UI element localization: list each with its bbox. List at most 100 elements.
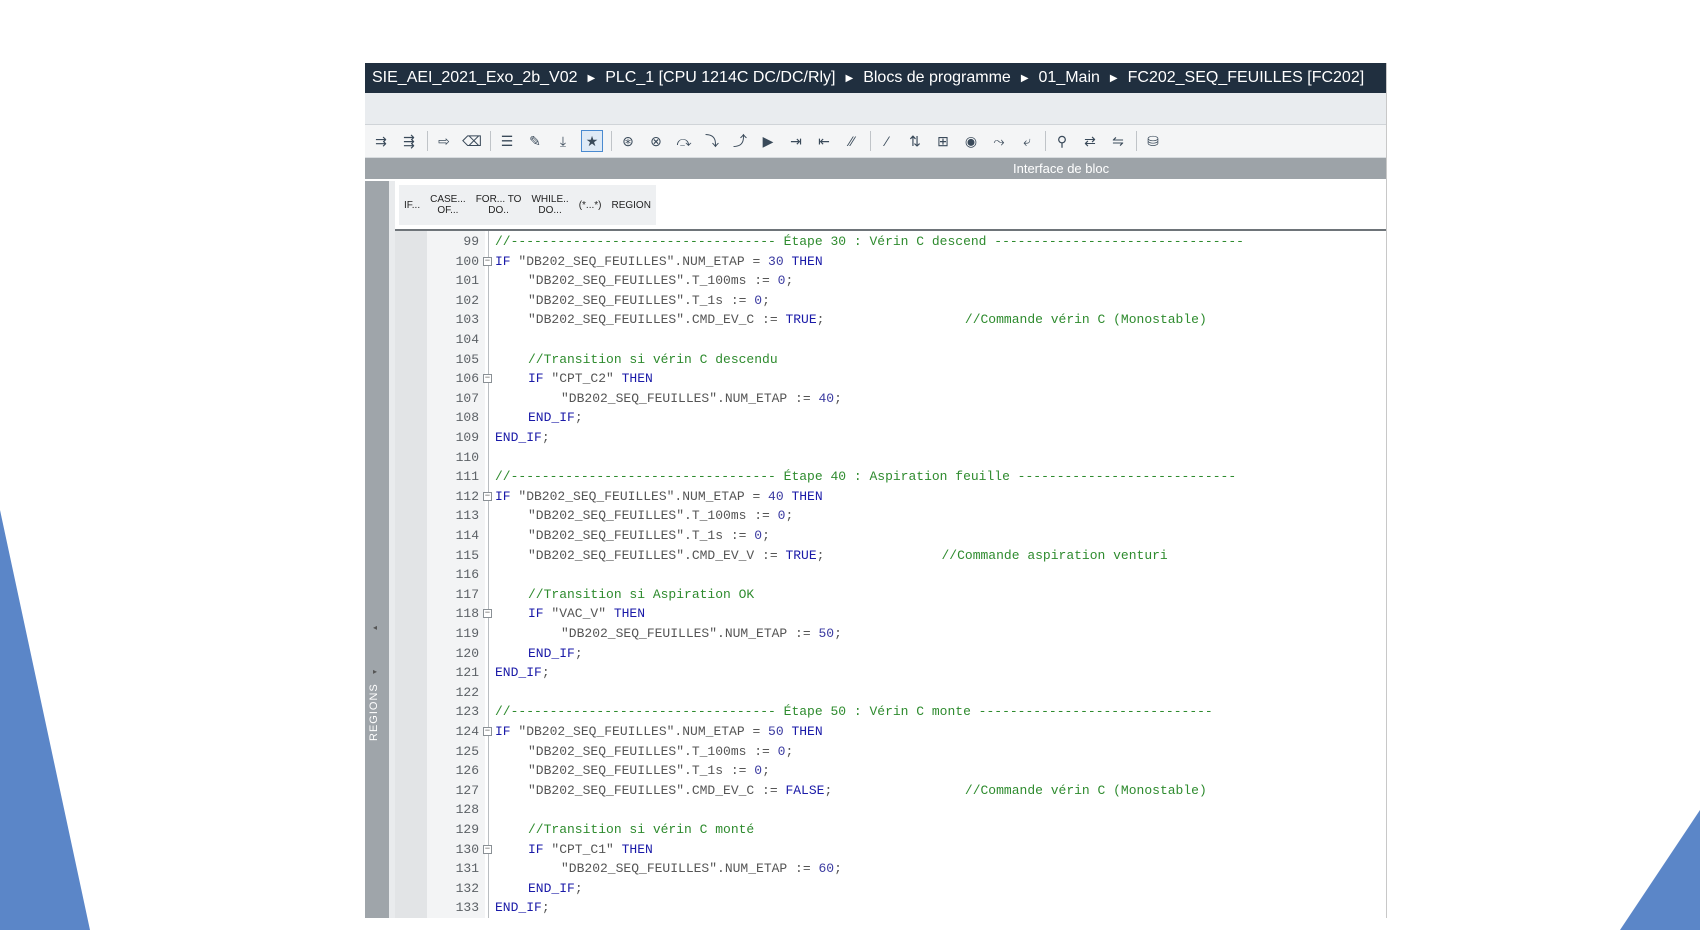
code-line[interactable]: 112− IF "DB202_SEQ_FEUILLES".NUM_ETAP = 4… <box>395 487 1386 507</box>
line-number: 127 <box>455 782 479 798</box>
code-line[interactable]: 122 <box>395 683 1386 703</box>
uncomment-icon[interactable]: ⁄ <box>877 131 897 151</box>
code-area[interactable]: 99 //---------------------------------- É… <box>395 231 1386 918</box>
breakpoint-set-icon[interactable]: ⊛ <box>618 131 638 151</box>
decorative-blue-shape-right <box>1620 810 1700 930</box>
download-icon[interactable]: ⤓ <box>553 131 573 151</box>
code-line[interactable]: 117 //Transition si Aspiration OK <box>395 585 1386 605</box>
code-text: END_IF; <box>528 880 583 896</box>
outdent-icon[interactable]: ⇤ <box>814 131 834 151</box>
replace-icon[interactable]: ⇄ <box>1080 131 1100 151</box>
goto-icon[interactable]: ⤳ <box>989 131 1009 151</box>
code-line[interactable]: 101 "DB202_SEQ_FEUILLES".T_100ms := 0; <box>395 271 1386 291</box>
step-into-icon[interactable]: ⤵ <box>702 131 722 151</box>
fold-toggle-icon[interactable]: − <box>483 491 492 501</box>
collapse-left-icon[interactable]: ◂ <box>373 623 377 632</box>
code-line[interactable]: 119 "DB202_SEQ_FEUILLES".NUM_ETAP := 50; <box>395 624 1386 644</box>
fold-toggle-icon[interactable]: − <box>483 374 492 384</box>
line-number: 131 <box>455 861 479 877</box>
code-line[interactable]: 100− IF "DB202_SEQ_FEUILLES".NUM_ETAP = 3… <box>395 252 1386 272</box>
edit-icon[interactable]: ✎ <box>525 131 545 151</box>
breadcrumb-item[interactable]: SIE_AEI_2021_Exo_2b_V02 <box>372 69 578 87</box>
fold-toggle-icon[interactable]: − <box>483 609 492 619</box>
fold-toggle-icon[interactable]: − <box>483 256 492 266</box>
code-line[interactable]: 124− IF "DB202_SEQ_FEUILLES".NUM_ETAP = 5… <box>395 722 1386 742</box>
code-line[interactable]: 125 "DB202_SEQ_FEUILLES".T_100ms := 0; <box>395 742 1386 762</box>
line-number: 112 <box>455 488 479 504</box>
sort-icon[interactable]: ⇅ <box>905 131 925 151</box>
code-line[interactable]: 104 <box>395 330 1386 350</box>
favorites-icon[interactable]: ★ <box>581 130 603 152</box>
snippet-button[interactable]: CASE... OF... <box>425 194 471 216</box>
snippet-button[interactable]: REGION <box>606 200 655 211</box>
breadcrumb-separator-icon: ▶ <box>587 72 596 84</box>
code-line[interactable]: 103 "DB202_SEQ_FEUILLES".CMD_EV_C := TRUE… <box>395 310 1386 330</box>
code-line[interactable]: 102 "DB202_SEQ_FEUILLES".T_1s := 0; <box>395 291 1386 311</box>
code-line[interactable]: 128 <box>395 800 1386 820</box>
code-line[interactable]: 120 END_IF; <box>395 644 1386 664</box>
breadcrumb-item[interactable]: FC202_SEQ_FEUILLES [FC202] <box>1128 69 1365 87</box>
line-number: 117 <box>455 586 479 602</box>
code-line[interactable]: 99 //---------------------------------- É… <box>395 232 1386 252</box>
code-text: //---------------------------------- Éta… <box>495 234 1244 249</box>
code-line[interactable]: 106− IF "CPT_C2" THEN <box>395 369 1386 389</box>
code-line[interactable]: 126 "DB202_SEQ_FEUILLES".T_1s := 0; <box>395 761 1386 781</box>
search-icon[interactable]: ⚲ <box>1052 131 1072 151</box>
code-line[interactable]: 107 "DB202_SEQ_FEUILLES".NUM_ETAP := 40; <box>395 389 1386 409</box>
fold-toggle-icon[interactable]: − <box>483 727 492 736</box>
step-over-icon[interactable]: ⤼ <box>674 131 694 151</box>
instruction-snippet-bar: IF... CASE... OF... FOR... TO DO.. WHILE.. DO.… <box>395 181 1386 231</box>
code-line[interactable]: 133 END_IF; <box>395 898 1386 918</box>
code-line[interactable]: 108 END_IF; <box>395 408 1386 428</box>
run-icon[interactable]: ▶ <box>758 131 778 151</box>
snippet-button[interactable]: IF... <box>399 200 425 211</box>
breadcrumb-item[interactable]: 01_Main <box>1039 69 1100 87</box>
delete-network-icon[interactable]: ⇶ <box>399 131 419 151</box>
snippet-button[interactable]: FOR... TO DO.. <box>471 194 527 216</box>
fold-toggle-icon[interactable]: − <box>483 844 492 854</box>
code-text: END_IF; <box>495 430 550 445</box>
code-text: //Transition si vérin C monté <box>528 822 755 837</box>
db-icon[interactable]: ⛁ <box>1143 131 1163 151</box>
snippet-button[interactable]: (*...*) <box>574 200 607 211</box>
step-out-icon[interactable]: ⤴ <box>730 131 750 151</box>
return-icon[interactable]: ⤶ <box>1017 131 1037 151</box>
snippet-button[interactable]: WHILE.. DO... <box>526 194 573 216</box>
indent-icon[interactable]: ⇥ <box>786 131 806 151</box>
block-interface-bar[interactable]: Interface de bloc <box>365 158 1386 179</box>
comment-icon[interactable]: ⁄⁄ <box>842 131 862 151</box>
code-line[interactable]: 130− IF "CPT_C1" THEN <box>395 840 1386 860</box>
code-line[interactable]: 109 END_IF; <box>395 428 1386 448</box>
code-line[interactable]: 123 //---------------------------------- … <box>395 702 1386 722</box>
code-text: "DB202_SEQ_FEUILLES".T_1s := 0; <box>528 292 770 308</box>
breakpoint-clear-icon[interactable]: ⊗ <box>646 131 666 151</box>
breadcrumb-item[interactable]: Blocs de programme <box>863 69 1011 87</box>
code-line[interactable]: 129 //Transition si vérin C monté <box>395 820 1386 840</box>
code-line[interactable]: 115 "DB202_SEQ_FEUILLES".CMD_EV_V := TRUE… <box>395 546 1386 566</box>
breadcrumb-item[interactable]: PLC_1 [CPU 1214C DC/DC/Rly] <box>605 69 835 87</box>
expand-icon[interactable]: ⇨ <box>434 131 454 151</box>
code-line[interactable]: 114 "DB202_SEQ_FEUILLES".T_1s := 0; <box>395 526 1386 546</box>
code-text: "DB202_SEQ_FEUILLES".T_100ms := 0; <box>528 273 794 289</box>
code-line[interactable]: 105 //Transition si vérin C descendu <box>395 350 1386 370</box>
code-line[interactable]: 132 END_IF; <box>395 879 1386 899</box>
code-line[interactable]: 127 "DB202_SEQ_FEUILLES".CMD_EV_C := FALS… <box>395 781 1386 801</box>
code-line[interactable]: 116 <box>395 565 1386 585</box>
filter-icon[interactable]: ⊞ <box>933 131 953 151</box>
regions-panel[interactable]: ◂ REGIONS ▸ <box>365 181 390 918</box>
code-line[interactable]: 121 END_IF; <box>395 663 1386 683</box>
code-text: "DB202_SEQ_FEUILLES".NUM_ETAP := 40; <box>561 390 842 406</box>
insert-network-icon[interactable]: ⇉ <box>371 131 391 151</box>
code-line[interactable]: 110 <box>395 448 1386 468</box>
code-line[interactable]: 131 "DB202_SEQ_FEUILLES".NUM_ETAP := 60; <box>395 859 1386 879</box>
monitor-icon[interactable]: ◉ <box>961 131 981 151</box>
code-line[interactable]: 113 "DB202_SEQ_FEUILLES".T_100ms := 0; <box>395 506 1386 526</box>
compare-icon[interactable]: ⇋ <box>1108 131 1128 151</box>
editor-toolbar: ⇉ ⇶ ⇨ ⌫ ☰ ✎ ⤓ ★ ⊛ ⊗ ⤼ ⤵ ⤴ ▶ ⇥ ⇤ ⁄⁄ ⁄ ⇅ ⊞ ◉ ⤳ ⤶ ⚲ ⇄ ⇋ ⛁ <box>365 125 1386 158</box>
line-number: 108 <box>455 410 479 426</box>
expand-right-icon[interactable]: ▸ <box>373 667 377 676</box>
clear-icon[interactable]: ⌫ <box>462 131 482 151</box>
list-icon[interactable]: ☰ <box>497 131 517 151</box>
code-line[interactable]: 118− IF "VAC_V" THEN <box>395 604 1386 624</box>
code-line[interactable]: 111 //---------------------------------- … <box>395 467 1386 487</box>
